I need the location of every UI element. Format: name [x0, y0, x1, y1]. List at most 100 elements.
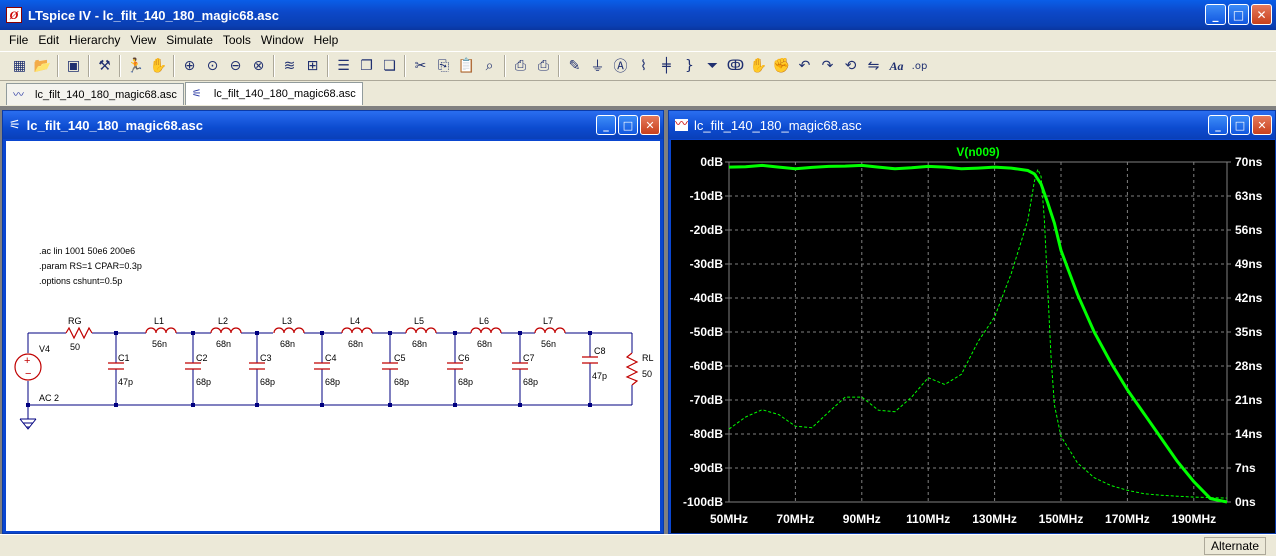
menu-hierarchy[interactable]: Hierarchy: [64, 33, 125, 47]
component-icon[interactable]: ↂ: [724, 55, 747, 78]
cascade-icon[interactable]: ❐: [355, 55, 378, 78]
print-icon[interactable]: ⎙: [532, 55, 555, 78]
mirror-icon[interactable]: ⇋: [862, 55, 885, 78]
l3-value[interactable]: 68n: [280, 339, 295, 349]
source-value[interactable]: AC 2: [39, 393, 59, 403]
zoom-in-icon[interactable]: ⊕: [178, 55, 201, 78]
directive-options[interactable]: .options cshunt=0.5p: [39, 276, 122, 286]
c8-value[interactable]: 47p: [592, 371, 607, 381]
zoom-fit-icon[interactable]: ⊗: [247, 55, 270, 78]
l2-value[interactable]: 68n: [216, 339, 231, 349]
menu-file[interactable]: File: [4, 33, 33, 47]
l2-name[interactable]: L2: [218, 316, 228, 326]
move-icon[interactable]: ✋: [747, 55, 770, 78]
directive-param[interactable]: .param RS=1 CPAR=0.3p: [39, 261, 142, 271]
spice-directive-icon[interactable]: .op: [908, 55, 931, 78]
menu-view[interactable]: View: [125, 33, 161, 47]
l7-value[interactable]: 56n: [541, 339, 556, 349]
l7-name[interactable]: L7: [543, 316, 553, 326]
c6-name[interactable]: C6: [458, 353, 470, 363]
close-button[interactable]: ✕: [640, 115, 660, 135]
l1-name[interactable]: L1: [154, 316, 164, 326]
waveform-window-titlebar[interactable]: 〰 lc_filt_140_180_magic68.asc _ □ ✕: [669, 111, 1275, 139]
rl-name[interactable]: RL: [642, 353, 654, 363]
tab-waveform[interactable]: 〰 lc_filt_140_180_magic68.asc: [6, 83, 184, 105]
c4-value[interactable]: 68p: [325, 377, 340, 387]
menu-tools[interactable]: Tools: [218, 33, 256, 47]
tile-horizontal-icon[interactable]: ☰: [332, 55, 355, 78]
waveform-plot-area[interactable]: 50MHz 70MHz 90MHz 110MHz 130MHz 150MHz 170MHz 1…: [671, 140, 1275, 533]
source-name[interactable]: V4: [39, 344, 50, 354]
rg-value[interactable]: 50: [70, 342, 80, 352]
l3-name[interactable]: L3: [282, 316, 292, 326]
draw-wire-icon[interactable]: ✎: [563, 55, 586, 78]
open-icon[interactable]: 📂: [31, 55, 54, 78]
menu-help[interactable]: Help: [309, 33, 344, 47]
l5-value[interactable]: 68n: [412, 339, 427, 349]
c3-name[interactable]: C3: [260, 353, 272, 363]
schematic-canvas[interactable]: .ac lin 1001 50e6 200e6 .param RS=1 CPAR…: [6, 141, 660, 531]
halt-icon[interactable]: ✋: [147, 55, 170, 78]
menu-simulate[interactable]: Simulate: [161, 33, 218, 47]
c2-name[interactable]: C2: [196, 353, 208, 363]
autorange-icon[interactable]: ≋: [278, 55, 301, 78]
c5-value[interactable]: 68p: [394, 377, 409, 387]
c1-value[interactable]: 47p: [118, 377, 133, 387]
c8-name[interactable]: C8: [594, 346, 606, 356]
menu-window[interactable]: Window: [256, 33, 309, 47]
label-net-icon[interactable]: Ⓐ: [609, 55, 632, 78]
l4-value[interactable]: 68n: [348, 339, 363, 349]
c6-value[interactable]: 68p: [458, 377, 473, 387]
drag-icon[interactable]: ✊: [770, 55, 793, 78]
app-titlebar[interactable]: Ø LTspice IV - lc_filt_140_180_magic68.a…: [0, 0, 1276, 30]
tab-schematic[interactable]: ⚟ lc_filt_140_180_magic68.asc: [184, 82, 363, 105]
text-icon[interactable]: Aa: [885, 55, 908, 78]
rg-name[interactable]: RG: [68, 316, 82, 326]
rl-value[interactable]: 50: [642, 369, 652, 379]
copy-icon[interactable]: ⎘: [432, 55, 455, 78]
schematic-window-titlebar[interactable]: ⚟ lc_filt_140_180_magic68.asc _ □ ✕: [3, 111, 663, 139]
print-setup-icon[interactable]: ⎙: [509, 55, 532, 78]
c7-name[interactable]: C7: [523, 353, 535, 363]
c4-name[interactable]: C4: [325, 353, 337, 363]
new-schematic-icon[interactable]: ▦: [8, 55, 31, 78]
waveform-window[interactable]: 〰 lc_filt_140_180_magic68.asc _ □ ✕ 50MH…: [668, 110, 1276, 534]
capacitor-icon[interactable]: ╪: [655, 55, 678, 78]
close-button[interactable]: ✕: [1252, 115, 1272, 135]
directive-ac[interactable]: .ac lin 1001 50e6 200e6: [39, 246, 135, 256]
save-icon[interactable]: ▣: [62, 55, 85, 78]
inductor-icon[interactable]: }: [678, 55, 701, 78]
c3-value[interactable]: 68p: [260, 377, 275, 387]
diode-icon[interactable]: ⏷: [701, 55, 724, 78]
c1-name[interactable]: C1: [118, 353, 130, 363]
l6-name[interactable]: L6: [479, 316, 489, 326]
menu-edit[interactable]: Edit: [33, 33, 64, 47]
l6-value[interactable]: 68n: [477, 339, 492, 349]
trace-label[interactable]: V(n009): [956, 145, 999, 159]
pan-icon[interactable]: ⊙: [201, 55, 224, 78]
rotate-icon[interactable]: ⟲: [839, 55, 862, 78]
l5-name[interactable]: L5: [414, 316, 424, 326]
tile-vertical-icon[interactable]: ❏: [378, 55, 401, 78]
c2-value[interactable]: 68p: [196, 377, 211, 387]
ground-icon[interactable]: ⏚: [586, 55, 609, 78]
minimize-button[interactable]: _: [596, 115, 616, 135]
undo-icon[interactable]: ↶: [793, 55, 816, 78]
l1-value[interactable]: 56n: [152, 339, 167, 349]
resistor-icon[interactable]: ⌇: [632, 55, 655, 78]
maximize-button[interactable]: □: [1230, 115, 1250, 135]
c7-value[interactable]: 68p: [523, 377, 538, 387]
grid-icon[interactable]: ⊞: [301, 55, 324, 78]
control-panel-icon[interactable]: ⚒: [93, 55, 116, 78]
minimize-button[interactable]: _: [1205, 4, 1226, 25]
schematic-window[interactable]: ⚟ lc_filt_140_180_magic68.asc _ □ ✕ .ac …: [2, 110, 664, 534]
redo-icon[interactable]: ↷: [816, 55, 839, 78]
find-icon[interactable]: ⌕: [478, 55, 501, 78]
minimize-button[interactable]: _: [1208, 115, 1228, 135]
c5-name[interactable]: C5: [394, 353, 406, 363]
close-button[interactable]: ✕: [1251, 4, 1272, 25]
maximize-button[interactable]: □: [618, 115, 638, 135]
maximize-button[interactable]: □: [1228, 4, 1249, 25]
l4-name[interactable]: L4: [350, 316, 360, 326]
paste-icon[interactable]: 📋: [455, 55, 478, 78]
